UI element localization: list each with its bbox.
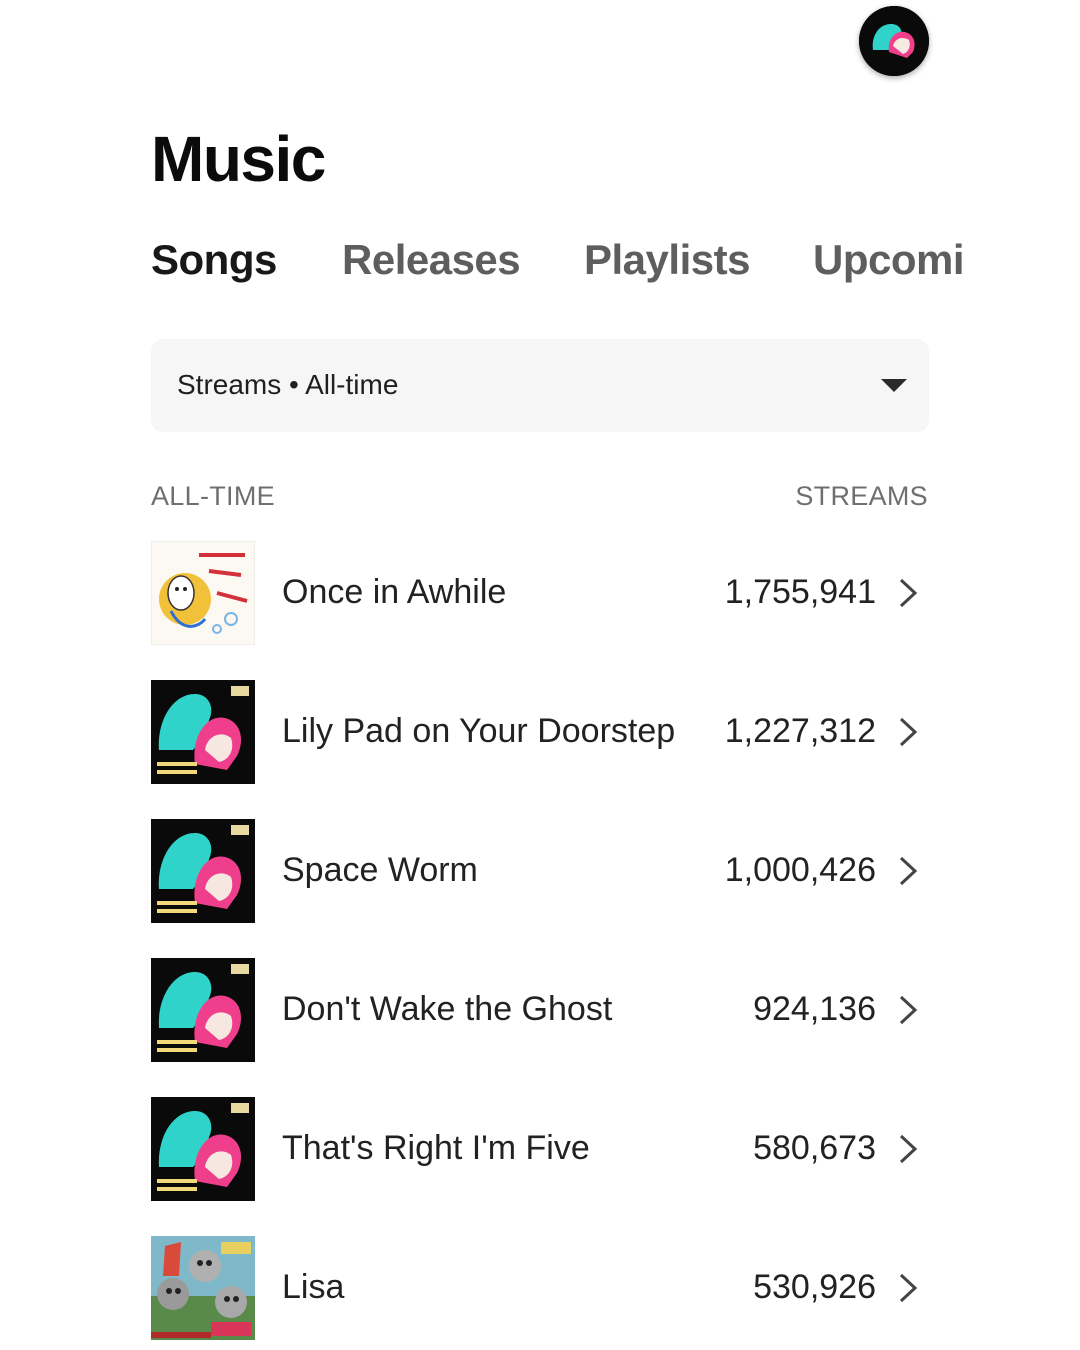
stream-count: 530,926 <box>753 1268 876 1306</box>
avatar[interactable] <box>859 6 929 76</box>
tab-playlists[interactable]: Playlists <box>584 236 750 284</box>
song-title: Don't Wake the Ghost <box>282 990 613 1028</box>
song-row[interactable]: Lily Pad on Your Doorstep 1,227,312 <box>151 680 929 784</box>
album-art-dazzle-me <box>151 680 255 784</box>
column-header-period: ALL-TIME <box>151 481 275 511</box>
tab-bar: Songs Releases Playlists Upcoming <box>151 236 966 296</box>
song-row[interactable]: Once in Awhile 1,755,941 <box>151 541 929 645</box>
stream-count: 1,227,312 <box>724 712 876 750</box>
album-art-dazzle-me <box>151 958 255 1062</box>
song-row[interactable]: Lisa 530,926 <box>151 1236 929 1340</box>
tab-upcoming[interactable]: Upcoming <box>813 236 966 284</box>
stream-count: 1,755,941 <box>724 573 876 611</box>
chevron-right-icon <box>899 995 918 1025</box>
song-title: That's Right I'm Five <box>282 1129 590 1167</box>
tab-releases[interactable]: Releases <box>342 236 521 284</box>
stream-count: 924,136 <box>753 990 876 1028</box>
song-title: Once in Awhile <box>282 573 507 611</box>
song-title: Lily Pad on Your Doorstep <box>282 712 676 750</box>
streams-filter-dropdown[interactable]: Streams • All-time <box>151 339 929 432</box>
album-art-dont-stop-or-well-die <box>151 541 255 645</box>
artist-avatar-icon <box>859 6 929 76</box>
chevron-right-icon <box>899 856 918 886</box>
chevron-right-icon <box>899 578 918 608</box>
song-title: Space Worm <box>282 851 478 889</box>
song-title: Lisa <box>282 1268 345 1306</box>
album-art-dazzle-me <box>151 1097 255 1201</box>
page-title: Music <box>151 123 326 195</box>
album-art-gorgeous <box>151 1236 255 1340</box>
stream-count: 1,000,426 <box>724 851 876 889</box>
chevron-right-icon <box>899 1273 918 1303</box>
filter-label: Streams • All-time <box>177 369 399 400</box>
song-row[interactable]: Don't Wake the Ghost 924,136 <box>151 958 929 1062</box>
column-header-streams: STREAMS <box>795 481 928 511</box>
song-row[interactable]: That's Right I'm Five 580,673 <box>151 1097 929 1201</box>
song-row[interactable]: Space Worm 1,000,426 <box>151 819 929 923</box>
chevron-right-icon <box>899 717 918 747</box>
tab-songs[interactable]: Songs <box>151 236 277 284</box>
stream-count: 580,673 <box>753 1129 876 1167</box>
caret-down-icon <box>881 379 907 392</box>
album-art-dazzle-me <box>151 819 255 923</box>
chevron-right-icon <box>899 1134 918 1164</box>
